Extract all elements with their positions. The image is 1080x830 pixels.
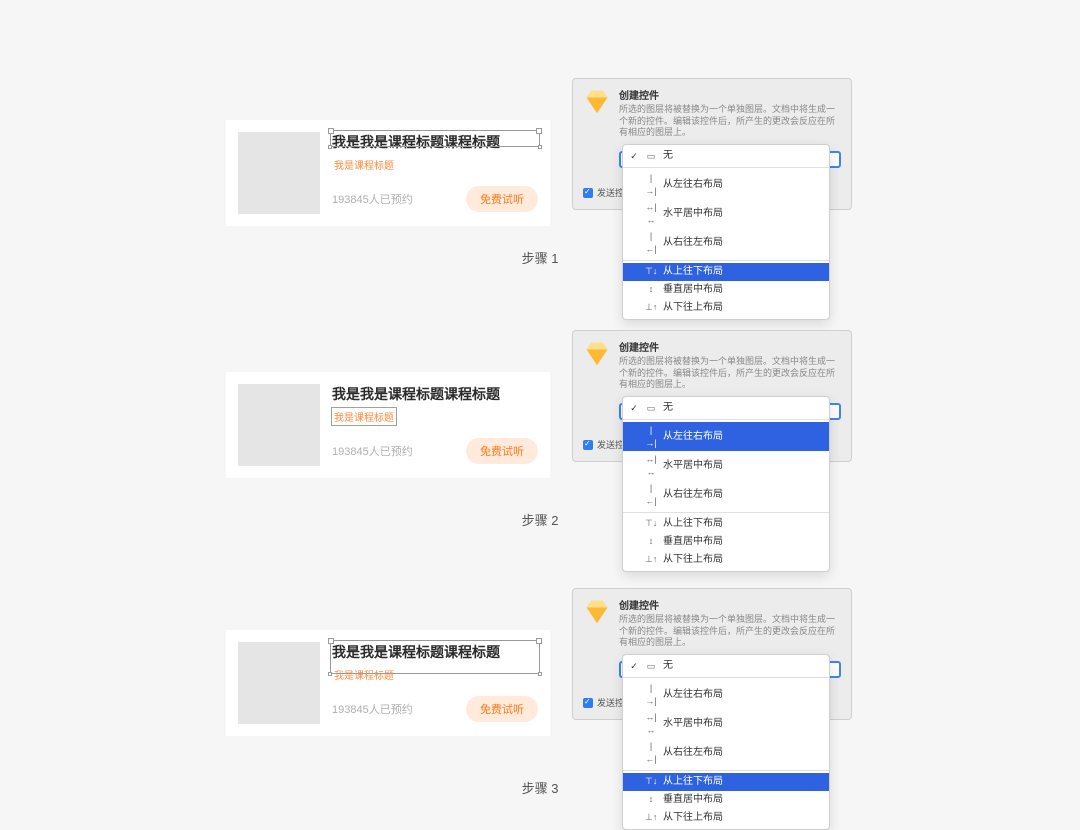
dropdown-item-none[interactable]: ✓▭无 — [623, 147, 829, 165]
dialog-title: 创建控件 — [619, 597, 841, 612]
dropdown-item-l2r[interactable]: |→|从左往右布局 — [623, 680, 829, 709]
dropdown-item-vcenter[interactable]: ↕垂直居中布局 — [623, 281, 829, 299]
send-checkbox[interactable] — [583, 188, 593, 198]
dropdown-item-r2l[interactable]: |←|从右往左布局 — [623, 738, 829, 767]
dropdown-item-hcenter[interactable]: ↔|↔水平居中布局 — [623, 709, 829, 738]
send-checkbox[interactable] — [583, 440, 593, 450]
step-2-label: 步骤 2 — [0, 510, 1080, 529]
course-thumbnail — [238, 132, 320, 214]
layout-dropdown[interactable]: ✓▭无 |→|从左往右布局 ↔|↔水平居中布局 |←|从右往左布局 ⊤↓从上往下… — [622, 396, 830, 572]
step-3-label: 步骤 3 — [0, 778, 1080, 797]
course-card: 我是我是课程标题课程标题 我是课程标题 193845人已预约 免费试听 — [226, 372, 550, 478]
course-card: 我是我是课程标题课程标题 我是课程标题 193845人已预约 免费试听 — [226, 120, 550, 226]
dialog-description: 所选的图层将被替换为一个单独图层。文档中将生成一个新的控件。编辑该控件后，所产生… — [619, 356, 841, 391]
dropdown-item-l2r[interactable]: |→|从左往右布局 — [623, 170, 829, 199]
dropdown-item-b2t[interactable]: ⊥↑从下往上布局 — [623, 809, 829, 827]
sketch-diamond-icon — [583, 87, 611, 115]
dropdown-item-hcenter[interactable]: ↔|↔水平居中布局 — [623, 199, 829, 228]
sketch-diamond-icon — [583, 597, 611, 625]
course-card: 我是我是课程标题课程标题 我是课程标题 193845人已预约 免费试听 — [226, 630, 550, 736]
dropdown-item-b2t[interactable]: ⊥↑从下往上布局 — [623, 551, 829, 569]
dropdown-item-vcenter[interactable]: ↕垂直居中布局 — [623, 533, 829, 551]
dialog-description: 所选的图层将被替换为一个单独图层。文档中将生成一个新的控件。编辑该控件后，所产生… — [619, 104, 841, 139]
course-title: 我是我是课程标题课程标题 — [332, 384, 538, 404]
dialog-title: 创建控件 — [619, 339, 841, 354]
dialog-title: 创建控件 — [619, 87, 841, 102]
send-checkbox[interactable] — [583, 698, 593, 708]
course-subtitle: 我是课程标题 — [332, 156, 396, 173]
sketch-diamond-icon — [583, 339, 611, 367]
selection-box — [330, 640, 540, 674]
selection-box — [330, 130, 540, 147]
enroll-count: 193845人已预约 — [332, 443, 413, 459]
free-trial-button[interactable]: 免费试听 — [466, 438, 538, 464]
dropdown-item-hcenter[interactable]: ↔|↔水平居中布局 — [623, 451, 829, 480]
dropdown-item-l2r[interactable]: |→|从左往右布局 — [623, 422, 829, 451]
dropdown-item-r2l[interactable]: |←|从右往左布局 — [623, 480, 829, 509]
free-trial-button[interactable]: 免费试听 — [466, 696, 538, 722]
step-1-label: 步骤 1 — [0, 248, 1080, 267]
dialog-description: 所选的图层将被替换为一个单独图层。文档中将生成一个新的控件。编辑该控件后，所产生… — [619, 614, 841, 649]
dropdown-item-none[interactable]: ✓▭无 — [623, 399, 829, 417]
course-thumbnail — [238, 642, 320, 724]
course-subtitle-selected: 我是课程标题 — [332, 408, 396, 425]
course-thumbnail — [238, 384, 320, 466]
dropdown-item-b2t[interactable]: ⊥↑从下往上布局 — [623, 299, 829, 317]
layout-dropdown[interactable]: ✓▭无 |→|从左往右布局 ↔|↔水平居中布局 |←|从右往左布局 ⊤↓从上往下… — [622, 144, 830, 320]
layout-dropdown[interactable]: ✓▭无 |→|从左往右布局 ↔|↔水平居中布局 |←|从右往左布局 ⊤↓从上往下… — [622, 654, 830, 830]
dropdown-item-none[interactable]: ✓▭无 — [623, 657, 829, 675]
enroll-count: 193845人已预约 — [332, 191, 413, 207]
enroll-count: 193845人已预约 — [332, 701, 413, 717]
free-trial-button[interactable]: 免费试听 — [466, 186, 538, 212]
